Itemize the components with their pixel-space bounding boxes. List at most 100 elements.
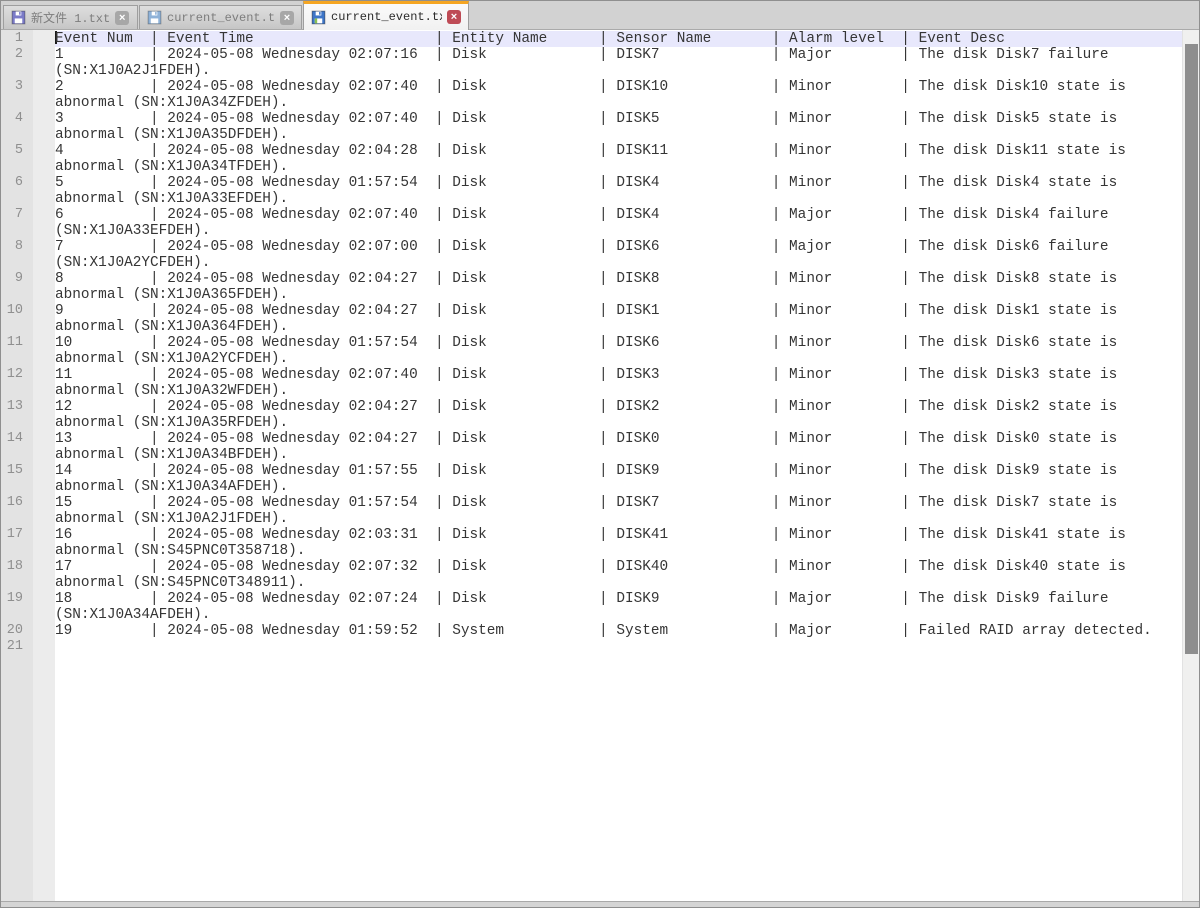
line-text[interactable] — [55, 639, 1182, 655]
editor-visual-line[interactable]: abnormal (SN:X1J0A2YCFDEH). — [1, 351, 1182, 367]
editor-visual-line[interactable]: abnormal (SN:X1J0A34TFDEH). — [1, 159, 1182, 175]
line-text[interactable]: 6 | 2024-05-08 Wednesday 02:07:40 | Disk… — [55, 207, 1182, 223]
line-text[interactable]: abnormal (SN:X1J0A364FDEH). — [55, 319, 1182, 335]
editor-visual-line[interactable]: 21 | 2024-05-08 Wednesday 02:07:16 | Dis… — [1, 47, 1182, 63]
editor-visual-line[interactable]: 1918 | 2024-05-08 Wednesday 02:07:24 | D… — [1, 591, 1182, 607]
editor-visual-line[interactable]: (SN:X1J0A2J1FDEH). — [1, 63, 1182, 79]
line-text[interactable]: Event Num | Event Time | Entity Name | S… — [55, 31, 1182, 47]
editor-visual-line[interactable]: 32 | 2024-05-08 Wednesday 02:07:40 | Dis… — [1, 79, 1182, 95]
editor-visual-line[interactable]: abnormal (SN:X1J0A34BFDEH). — [1, 447, 1182, 463]
editor-visual-line[interactable]: 4 3 | 2024-05-08 Wednesday 02:07:40 | Dis… — [1, 111, 1182, 127]
tab-current-event-1[interactable]: current_event.txt × — [139, 5, 302, 29]
tab-new-file-1[interactable]: 新文件 1.txt × — [3, 5, 138, 29]
line-text[interactable]: abnormal (SN:X1J0A34AFDEH). — [55, 479, 1182, 495]
editor-visual-line[interactable]: 9 8 | 2024-05-08 Wednesday 02:04:27 | Dis… — [1, 271, 1182, 287]
line-text[interactable]: 18 | 2024-05-08 Wednesday 02:07:24 | Dis… — [55, 591, 1182, 607]
line-number: 18 — [1, 559, 23, 575]
line-text[interactable]: abnormal (SN:S45PNC0T348911). — [55, 575, 1182, 591]
line-text[interactable]: (SN:X1J0A2YCFDEH). — [55, 255, 1182, 271]
editor-visual-line[interactable]: 76 | 2024-05-08 Wednesday 02:07:40 | Dis… — [1, 207, 1182, 223]
editor-visual-line[interactable]: 87 | 2024-05-08 Wednesday 02:07:00 | Dis… — [1, 239, 1182, 255]
editor-visual-line[interactable]: 1211 | 2024-05-08 Wednesday 02:07:40 | D… — [1, 367, 1182, 383]
line-number — [1, 287, 23, 303]
line-text[interactable]: 12 | 2024-05-08 Wednesday 02:04:27 | Dis… — [55, 399, 1182, 415]
floppy-disk-icon — [311, 10, 326, 25]
editor-visual-line[interactable]: abnormal (SN:X1J0A32WFDEH). — [1, 383, 1182, 399]
editor-visual-line[interactable]: abnormal (SN:X1J0A35DFDEH). — [1, 127, 1182, 143]
line-text[interactable]: (SN:X1J0A34AFDEH). — [55, 607, 1182, 623]
editor-visual-line[interactable]: abnormal (SN:X1J0A34ZFDEH). — [1, 95, 1182, 111]
tab-current-event-2-active[interactable]: current_event.txt × — [303, 1, 469, 30]
line-number: 4 — [1, 111, 23, 127]
line-number: 17 — [1, 527, 23, 543]
line-text[interactable]: abnormal (SN:X1J0A2J1FDEH). — [55, 511, 1182, 527]
line-number: 9 — [1, 271, 23, 287]
line-text[interactable]: 14 | 2024-05-08 Wednesday 01:57:55 | Dis… — [55, 463, 1182, 479]
line-text[interactable]: (SN:X1J0A33EFDEH). — [55, 223, 1182, 239]
line-text[interactable]: abnormal (SN:X1J0A34BFDEH). — [55, 447, 1182, 463]
close-tab-icon[interactable]: × — [280, 11, 294, 25]
line-text[interactable]: abnormal (SN:X1J0A2YCFDEH). — [55, 351, 1182, 367]
tab-title: current_event.txt — [167, 11, 275, 25]
editor-visual-line[interactable]: (SN:X1J0A34AFDEH). — [1, 607, 1182, 623]
line-text[interactable]: (SN:X1J0A2J1FDEH). — [55, 63, 1182, 79]
line-text[interactable]: 1 | 2024-05-08 Wednesday 02:07:16 | Disk… — [55, 47, 1182, 63]
line-text[interactable]: abnormal (SN:X1J0A365FDEH). — [55, 287, 1182, 303]
line-text[interactable]: 4 | 2024-05-08 Wednesday 02:04:28 | Disk… — [55, 143, 1182, 159]
line-text[interactable]: 13 | 2024-05-08 Wednesday 02:04:27 | Dis… — [55, 431, 1182, 447]
line-text[interactable]: abnormal (SN:X1J0A34TFDEH). — [55, 159, 1182, 175]
line-text[interactable]: 8 | 2024-05-08 Wednesday 02:04:27 | Disk… — [55, 271, 1182, 287]
line-text[interactable]: 7 | 2024-05-08 Wednesday 02:07:00 | Disk… — [55, 239, 1182, 255]
line-text[interactable]: 11 | 2024-05-08 Wednesday 02:07:40 | Dis… — [55, 367, 1182, 383]
editor-visual-line[interactable]: 1615 | 2024-05-08 Wednesday 01:57:54 | D… — [1, 495, 1182, 511]
editor-visual-line[interactable]: 17 16 | 2024-05-08 Wednesday 02:03:31 | D… — [1, 527, 1182, 543]
editor-visual-line[interactable]: (SN:X1J0A33EFDEH). — [1, 223, 1182, 239]
editor-visual-line[interactable]: abnormal (SN:X1J0A35RFDEH). — [1, 415, 1182, 431]
line-text[interactable]: abnormal (SN:X1J0A32WFDEH). — [55, 383, 1182, 399]
editor-visual-line[interactable]: abnormal (SN:X1J0A34AFDEH). — [1, 479, 1182, 495]
line-text[interactable]: 9 | 2024-05-08 Wednesday 02:04:27 | Disk… — [55, 303, 1182, 319]
line-number — [1, 415, 23, 431]
editor-visual-line[interactable]: 2019 | 2024-05-08 Wednesday 01:59:52 | S… — [1, 623, 1182, 639]
editor-visual-line[interactable]: 1Event Num | Event Time | Entity Name | … — [1, 31, 1182, 47]
scrollbar-thumb[interactable] — [1185, 44, 1198, 654]
editor-visual-line[interactable]: 21 — [1, 639, 1182, 655]
line-text[interactable]: 10 | 2024-05-08 Wednesday 01:57:54 | Dis… — [55, 335, 1182, 351]
line-text[interactable]: abnormal (SN:X1J0A33EFDEH). — [55, 191, 1182, 207]
editor-visual-line[interactable]: abnormal (SN:X1J0A364FDEH). — [1, 319, 1182, 335]
editor-visual-line[interactable]: 18 17 | 2024-05-08 Wednesday 02:07:32 | D… — [1, 559, 1182, 575]
line-text[interactable]: 2 | 2024-05-08 Wednesday 02:07:40 | Disk… — [55, 79, 1182, 95]
line-number — [1, 575, 23, 591]
text-editor[interactable]: 1Event Num | Event Time | Entity Name | … — [1, 30, 1199, 901]
editor-visual-line[interactable]: abnormal (SN:S45PNC0T348911). — [1, 575, 1182, 591]
line-text[interactable]: abnormal (SN:S45PNC0T358718). — [55, 543, 1182, 559]
editor-visual-line[interactable]: 1413 | 2024-05-08 Wednesday 02:04:27 | D… — [1, 431, 1182, 447]
line-text[interactable]: 19 | 2024-05-08 Wednesday 01:59:52 | Sys… — [55, 623, 1182, 639]
editor-content[interactable]: 1Event Num | Event Time | Entity Name | … — [1, 31, 1182, 901]
editor-visual-line[interactable]: abnormal (SN:X1J0A33EFDEH). — [1, 191, 1182, 207]
editor-visual-line[interactable]: 1312 | 2024-05-08 Wednesday 02:04:27 | D… — [1, 399, 1182, 415]
editor-visual-line[interactable]: 109 | 2024-05-08 Wednesday 02:04:27 | Di… — [1, 303, 1182, 319]
editor-visual-line[interactable]: abnormal (SN:X1J0A365FDEH). — [1, 287, 1182, 303]
editor-visual-line[interactable]: 15 14 | 2024-05-08 Wednesday 01:57:55 | D… — [1, 463, 1182, 479]
editor-visual-line[interactable]: abnormal (SN:X1J0A2J1FDEH). — [1, 511, 1182, 527]
line-text[interactable]: 3 | 2024-05-08 Wednesday 02:07:40 | Disk… — [55, 111, 1182, 127]
line-text[interactable]: abnormal (SN:X1J0A34ZFDEH). — [55, 95, 1182, 111]
line-number — [1, 447, 23, 463]
editor-visual-line[interactable]: 11 10 | 2024-05-08 Wednesday 01:57:54 | D… — [1, 335, 1182, 351]
line-text[interactable]: abnormal (SN:X1J0A35DFDEH). — [55, 127, 1182, 143]
line-number: 15 — [1, 463, 23, 479]
line-text[interactable]: 15 | 2024-05-08 Wednesday 01:57:54 | Dis… — [55, 495, 1182, 511]
editor-visual-line[interactable]: 65 | 2024-05-08 Wednesday 01:57:54 | Dis… — [1, 175, 1182, 191]
vertical-scrollbar[interactable] — [1182, 30, 1199, 901]
line-text[interactable]: 16 | 2024-05-08 Wednesday 02:03:31 | Dis… — [55, 527, 1182, 543]
line-text[interactable]: abnormal (SN:X1J0A35RFDEH). — [55, 415, 1182, 431]
line-text[interactable]: 17 | 2024-05-08 Wednesday 02:07:32 | Dis… — [55, 559, 1182, 575]
line-text[interactable]: 5 | 2024-05-08 Wednesday 01:57:54 | Disk… — [55, 175, 1182, 191]
editor-visual-line[interactable]: abnormal (SN:S45PNC0T358718). — [1, 543, 1182, 559]
line-number: 11 — [1, 335, 23, 351]
close-tab-icon[interactable]: × — [115, 11, 129, 25]
editor-visual-line[interactable]: (SN:X1J0A2YCFDEH). — [1, 255, 1182, 271]
close-tab-icon[interactable]: × — [447, 10, 461, 24]
editor-visual-line[interactable]: 54 | 2024-05-08 Wednesday 02:04:28 | Dis… — [1, 143, 1182, 159]
